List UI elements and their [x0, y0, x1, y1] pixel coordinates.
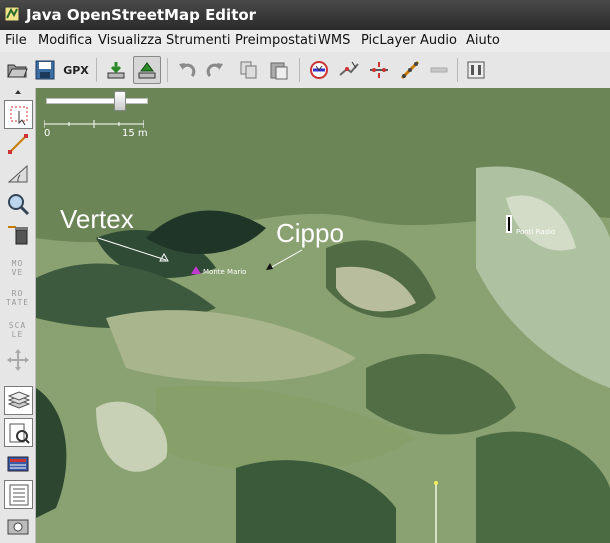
open-icon	[7, 64, 28, 78]
menu-wms[interactable]: WMS	[318, 33, 350, 48]
measure-icon	[7, 164, 27, 182]
select-icon	[10, 106, 27, 125]
delete-mode-button[interactable]	[4, 220, 31, 247]
photo-toggle[interactable]	[4, 512, 31, 539]
paste-button[interactable]	[266, 57, 292, 83]
aerial-imagery	[36, 88, 610, 543]
copy-button[interactable]	[236, 57, 262, 83]
upload-button[interactable]	[133, 56, 161, 84]
menu-visualizza[interactable]: Visualizza	[98, 33, 162, 48]
disabled-tool-icon	[430, 67, 448, 73]
move-label-top: MO	[11, 258, 24, 268]
menu-strumenti[interactable]: Strumenti	[166, 33, 231, 48]
vertex-annotation: Vertex	[60, 204, 134, 234]
move-icon: MO VE	[12, 259, 24, 277]
scale-icon: SCA LE	[9, 321, 26, 339]
zoom-icon	[7, 193, 29, 215]
sidebar-scroll-up[interactable]	[4, 88, 31, 94]
menu-preimpostati[interactable]: Preimpostati	[235, 33, 317, 48]
menu-piclayer[interactable]: PicLayer	[361, 33, 416, 48]
save-button[interactable]	[32, 57, 58, 83]
wms-move-button[interactable]	[4, 346, 31, 373]
main-toolbar: GPX	[0, 52, 610, 89]
gpx-export-icon: GPX	[63, 63, 89, 77]
wms-move-icon	[6, 348, 29, 371]
menu-audio[interactable]: Audio	[420, 33, 457, 48]
align-line-icon	[400, 60, 420, 80]
split-way-icon	[339, 61, 359, 76]
download-icon	[107, 62, 125, 79]
window-title: Java OpenStreetMap Editor	[26, 6, 257, 24]
save-icon	[35, 60, 55, 80]
peak-marker-icon[interactable]	[191, 266, 201, 274]
paste-icon	[270, 62, 288, 80]
zoom-mode-button[interactable]	[4, 190, 31, 217]
poi-label-monte-mario: Monte Mario	[203, 268, 247, 276]
toolbar-separator	[167, 58, 168, 82]
menu-modifica[interactable]: Modifica	[38, 33, 92, 48]
layers-icon	[7, 390, 30, 409]
mode-sidebar: MO VE RO TATE SCA LE	[0, 88, 36, 543]
rotate-layer-button[interactable]: RO TATE	[4, 284, 31, 311]
upload-icon	[138, 62, 156, 79]
validate-button[interactable]	[306, 57, 332, 83]
disabled-tool-button[interactable]	[426, 57, 452, 83]
menu-file[interactable]: File	[5, 33, 27, 48]
toolbar-separator	[96, 58, 97, 82]
rotate-icon: RO TATE	[6, 289, 29, 307]
scale-label-end: 15 m	[122, 128, 148, 139]
copy-icon	[240, 61, 257, 79]
undo-icon	[179, 63, 196, 78]
redo-button[interactable]	[202, 57, 228, 83]
cippo-annotation: Cippo	[276, 218, 344, 248]
history-toggle[interactable]	[4, 450, 31, 477]
measure-mode-button[interactable]	[4, 160, 31, 187]
menu-bar: File Modifica Visualizza Strumenti Preim…	[0, 30, 610, 53]
gpx-export-button[interactable]: GPX	[63, 57, 89, 83]
vertex-arrow-icon	[97, 237, 169, 262]
properties-icon	[9, 423, 30, 444]
preferences-button[interactable]	[463, 57, 489, 83]
align-line-button[interactable]	[397, 57, 423, 83]
undo-button[interactable]	[174, 57, 200, 83]
draw-icon	[7, 133, 28, 154]
draw-mode-button[interactable]	[4, 130, 31, 157]
scale-label-bottom: LE	[11, 329, 24, 339]
combine-way-icon	[370, 62, 388, 78]
radio-tower-icon[interactable]	[506, 215, 512, 233]
history-icon	[7, 456, 28, 471]
menu-aiuto[interactable]: Aiuto	[466, 33, 500, 48]
delete-icon	[7, 225, 28, 244]
properties-toggle[interactable]	[4, 418, 33, 447]
scale-label-start: 0	[44, 128, 51, 139]
open-button[interactable]	[4, 57, 30, 83]
validate-icon	[310, 61, 328, 79]
chevron-up-icon	[14, 90, 21, 94]
cippo-arrow-icon	[266, 249, 303, 270]
toolbar-separator	[457, 58, 458, 82]
rotate-label-top: RO	[11, 288, 24, 298]
move-label-bottom: VE	[11, 267, 24, 277]
scale-label-top: SCA	[8, 320, 27, 330]
list-icon	[9, 484, 28, 505]
redo-icon	[206, 63, 223, 78]
toolbar-separator	[299, 58, 300, 82]
map-view[interactable]: 0 15 m Vertex Cippo Monte Mario Ponti Ra…	[36, 88, 610, 543]
list-toggle[interactable]	[4, 480, 33, 509]
poi-label-radio: Ponti Radio	[516, 228, 556, 236]
zoom-slider-handle[interactable]	[114, 91, 126, 111]
download-button[interactable]	[103, 57, 129, 83]
split-way-button[interactable]	[336, 57, 362, 83]
scale-layer-button[interactable]: SCA LE	[4, 316, 31, 343]
combine-way-button[interactable]	[366, 57, 392, 83]
move-layer-button[interactable]: MO VE	[4, 254, 31, 281]
zoom-slider-track[interactable]	[46, 98, 148, 104]
josm-app-icon	[4, 6, 20, 22]
title-bar: Java OpenStreetMap Editor	[0, 0, 610, 30]
rotate-label-bottom: TATE	[5, 297, 30, 307]
select-mode-button[interactable]	[4, 100, 33, 129]
photo-icon	[7, 519, 28, 534]
layers-toggle[interactable]	[4, 386, 33, 415]
preferences-icon	[467, 61, 485, 79]
